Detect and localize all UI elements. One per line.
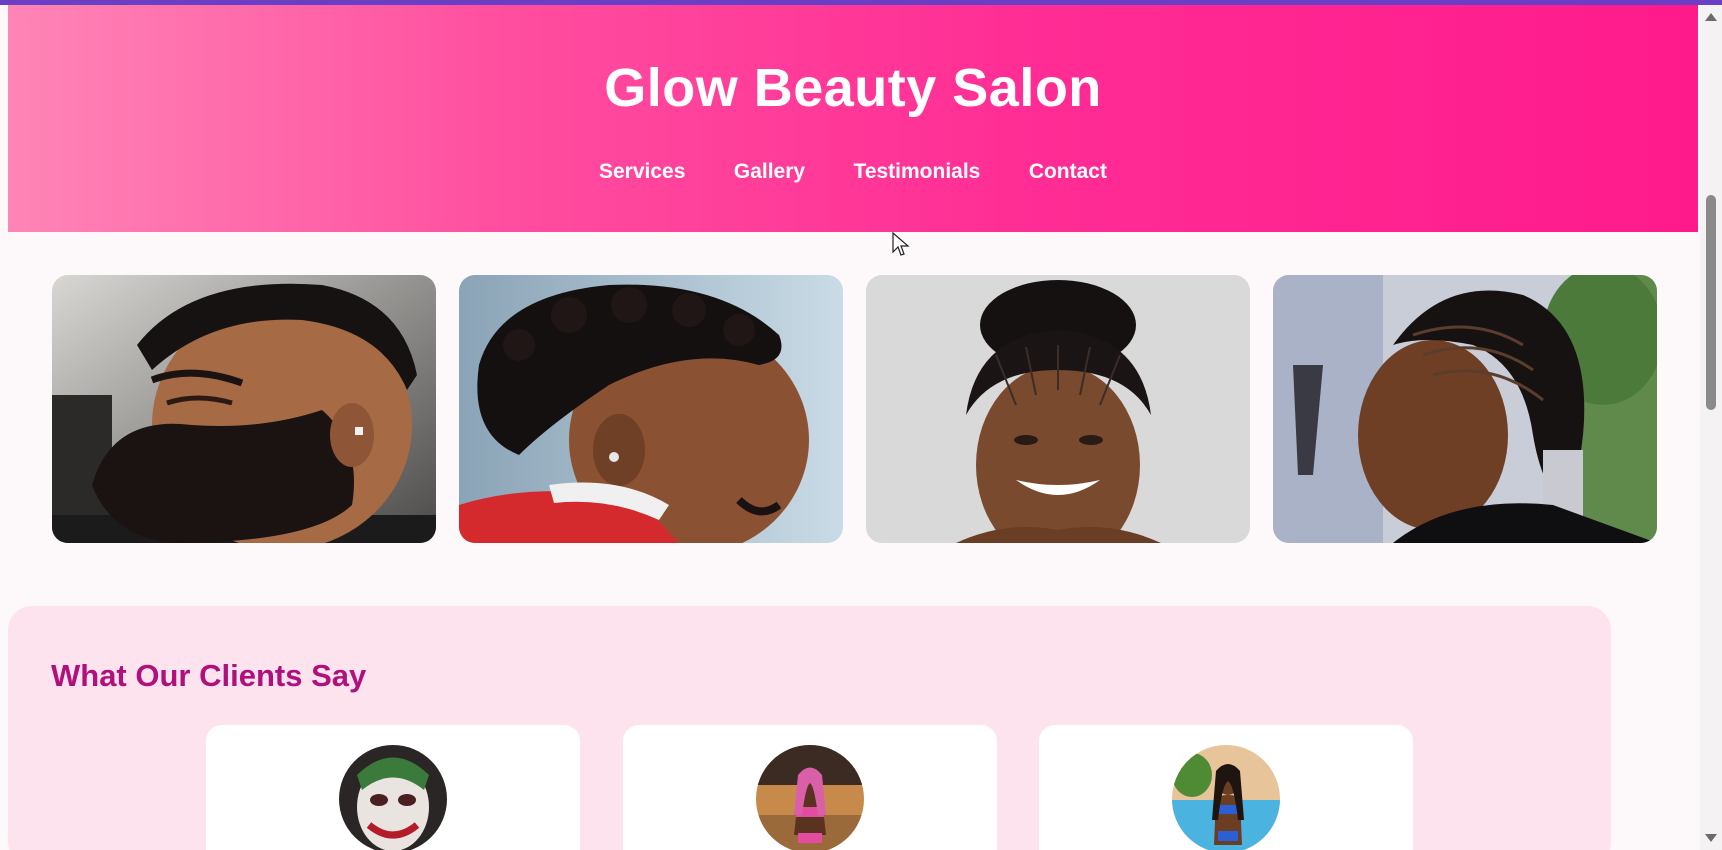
scroll-thumb[interactable]: [1706, 195, 1716, 410]
testimonial-card-1: [206, 725, 580, 850]
nav-contact[interactable]: Contact: [1029, 160, 1107, 184]
nav-gallery[interactable]: Gallery: [734, 160, 805, 184]
mouse-cursor-icon: [892, 232, 910, 256]
scroll-up-arrow-icon[interactable]: [1705, 13, 1717, 21]
page: Glow Beauty Salon Services Gallery Testi…: [8, 5, 1698, 850]
testimonials-title: What Our Clients Say: [51, 658, 367, 693]
site-title: Glow Beauty Salon: [604, 58, 1102, 118]
client-avatar-1: [339, 745, 447, 850]
client-avatar-3: [1172, 745, 1280, 850]
gallery-image-4[interactable]: [1273, 275, 1657, 543]
client-avatar-2: [756, 745, 864, 850]
nav-testimonials[interactable]: Testimonials: [854, 160, 981, 184]
site-header: Glow Beauty Salon Services Gallery Testi…: [8, 5, 1698, 232]
testimonial-card-2: [623, 725, 997, 850]
main-nav: Services Gallery Testimonials Contact: [8, 160, 1698, 184]
testimonials-section: What Our Clients Say: [8, 606, 1611, 850]
vertical-scrollbar[interactable]: [1700, 5, 1722, 850]
scroll-down-arrow-icon[interactable]: [1705, 834, 1717, 842]
gallery: [52, 275, 1662, 543]
testimonial-card-3: [1039, 725, 1413, 850]
gallery-image-3[interactable]: [866, 275, 1250, 543]
gallery-image-1[interactable]: [52, 275, 436, 543]
nav-services[interactable]: Services: [599, 160, 685, 184]
gallery-image-2[interactable]: [459, 275, 843, 543]
